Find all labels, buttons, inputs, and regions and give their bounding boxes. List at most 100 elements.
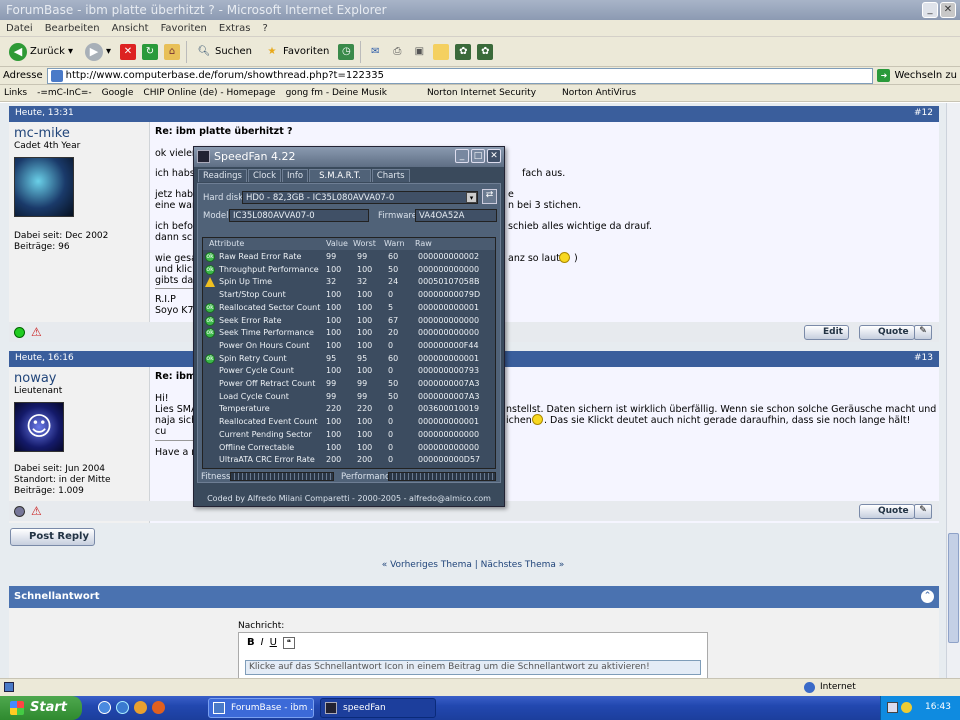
col-attribute[interactable]: Attribute bbox=[209, 239, 244, 248]
quote-button[interactable]: Quote bbox=[859, 325, 915, 340]
link-minc[interactable]: -=mC-InC=- bbox=[37, 88, 92, 98]
report-icon[interactable]: ⚠ bbox=[31, 325, 42, 339]
tab-info[interactable]: Info bbox=[282, 169, 309, 182]
go-button[interactable]: Wechseln zu bbox=[894, 70, 957, 81]
quicklaunch-desktop-icon[interactable] bbox=[98, 701, 111, 714]
address-input[interactable]: http://www.computerbase.de/forum/showthr… bbox=[46, 67, 874, 84]
smart-row[interactable]: Reallocated Event Count 100 100 0 0000000000… bbox=[203, 416, 495, 429]
discuss-icon[interactable] bbox=[433, 43, 450, 60]
smart-row[interactable]: ok Reallocated Sector Count 100 100 5 0000000… bbox=[203, 302, 495, 315]
link-chip[interactable]: CHIP Online (de) - Homepage bbox=[143, 88, 275, 98]
smart-row[interactable]: ok Throughput Performance 100 100 50 00000000… bbox=[203, 264, 495, 277]
vertical-scrollbar[interactable] bbox=[946, 103, 960, 678]
report-icon[interactable]: ⚠ bbox=[31, 504, 42, 518]
quicklaunch-firefox-icon[interactable] bbox=[152, 701, 165, 714]
ok-status-icon: ok bbox=[205, 328, 215, 339]
tray-network-icon[interactable] bbox=[887, 702, 898, 713]
message-textarea[interactable]: Klicke auf das Schnellantwort Icon in ei… bbox=[245, 660, 701, 675]
multiquote-button[interactable]: ✎ bbox=[914, 325, 932, 340]
print-icon[interactable]: ⎙ bbox=[389, 44, 405, 60]
harddisk-select[interactable]: HD0 - 82,3GB - IC35L080AVVA07-0 bbox=[242, 191, 478, 204]
col-warn[interactable]: Warn bbox=[384, 239, 405, 248]
attribute-worst: 100 bbox=[357, 442, 373, 452]
smart-row[interactable]: Current Pending Sector 100 100 0 00000000000… bbox=[203, 429, 495, 442]
col-raw[interactable]: Raw bbox=[415, 239, 432, 248]
smart-row[interactable]: Offline Correctable 100 100 0 000000000000 bbox=[203, 442, 495, 455]
smart-row[interactable]: ok Spin Retry Count 95 95 60 000000000001 bbox=[203, 353, 495, 366]
tab-clock[interactable]: Clock bbox=[247, 169, 282, 182]
forward-button[interactable]: ▶ ▾ bbox=[82, 40, 114, 64]
tab-readings[interactable]: Readings bbox=[198, 169, 247, 182]
smart-row[interactable]: Load Cycle Count 99 99 50 0000000007A3 bbox=[203, 391, 495, 404]
quicklaunch-media-icon[interactable] bbox=[134, 701, 147, 714]
edit-icon[interactable]: ▣ bbox=[411, 44, 427, 60]
edit-button[interactable]: Edit bbox=[804, 325, 849, 340]
bold-button[interactable]: B bbox=[247, 637, 255, 649]
close-button[interactable]: ✕ bbox=[940, 2, 956, 18]
smart-row[interactable]: ok Raw Read Error Rate 99 99 60 000000000002 bbox=[203, 251, 495, 264]
menu-item-datei[interactable]: Datei bbox=[6, 23, 33, 34]
minimize-button[interactable]: _ bbox=[922, 2, 938, 18]
mail-icon[interactable]: ✉ bbox=[367, 44, 383, 60]
home-icon[interactable]: ⌂ bbox=[164, 43, 180, 60]
col-worst[interactable]: Worst bbox=[353, 239, 376, 248]
stop-icon[interactable]: ✕ bbox=[120, 43, 136, 60]
smart-row[interactable]: ok Seek Time Performance 100 100 20 000000000… bbox=[203, 327, 495, 340]
search-button[interactable]: 🔍︎ Suchen bbox=[193, 40, 255, 64]
refresh-icon[interactable]: ↻ bbox=[142, 43, 158, 60]
task-speedfan[interactable]: speedFan bbox=[320, 698, 436, 718]
quote-button[interactable]: Quote bbox=[859, 504, 915, 519]
username[interactable]: noway bbox=[9, 367, 149, 386]
smart-row[interactable]: Power On Hours Count 100 100 0 000000000F44 bbox=[203, 340, 495, 353]
research-icon[interactable]: ✿ bbox=[477, 43, 494, 60]
smart-row[interactable]: Power Off Retract Count 99 99 50 0000000007A… bbox=[203, 378, 495, 391]
smart-row[interactable]: Power Cycle Count 100 100 0 000000000793 bbox=[203, 365, 495, 378]
post-reply-button[interactable]: Post Reply bbox=[10, 528, 95, 546]
link-google[interactable]: Google bbox=[102, 88, 134, 98]
back-button[interactable]: ◀ Zurück ▾ bbox=[6, 40, 76, 64]
link-norton-antivirus[interactable]: Norton AntiVirus bbox=[562, 88, 636, 98]
link-gong[interactable]: gong fm - Deine Musik bbox=[286, 88, 387, 98]
tray-norton-icon[interactable] bbox=[901, 702, 912, 713]
menu-item-favoriten[interactable]: Favoriten bbox=[161, 23, 207, 34]
menu-item-ansicht[interactable]: Ansicht bbox=[112, 23, 149, 34]
link-norton-security[interactable]: Norton Internet Security bbox=[427, 88, 536, 98]
menu-item-help[interactable]: ? bbox=[263, 23, 268, 34]
post-number[interactable]: #12 bbox=[914, 108, 933, 120]
refresh-button[interactable]: ⇄ bbox=[482, 189, 497, 204]
post-number[interactable]: #13 bbox=[914, 353, 933, 365]
menu-item-extras[interactable]: Extras bbox=[219, 23, 251, 34]
speedfan-maximize-button[interactable]: □ bbox=[471, 149, 485, 163]
start-button[interactable]: Start bbox=[0, 696, 82, 720]
messenger-icon[interactable]: ✿ bbox=[455, 43, 472, 60]
underline-button[interactable]: U bbox=[270, 637, 277, 649]
smart-row[interactable]: Spin Up Time 32 32 24 00050107058B bbox=[203, 276, 495, 289]
go-arrow-icon[interactable]: ➜ bbox=[877, 69, 891, 82]
smart-row[interactable]: Start/Stop Count 100 100 0 00000000079D bbox=[203, 289, 495, 302]
username[interactable]: mc-mike bbox=[9, 122, 149, 141]
smart-row[interactable]: Temperature 220 220 0 003600010019 bbox=[203, 403, 495, 416]
speedfan-titlebar[interactable]: SpeedFan 4.22 _ □ ✕ bbox=[194, 147, 504, 167]
next-thread-link[interactable]: Nächstes Thema bbox=[481, 560, 556, 570]
prev-thread-link[interactable]: Vorheriges Thema bbox=[390, 560, 472, 570]
speedfan-close-button[interactable]: ✕ bbox=[487, 149, 501, 163]
speedfan-minimize-button[interactable]: _ bbox=[455, 149, 469, 163]
favorites-button[interactable]: ★ Favoriten bbox=[261, 40, 332, 64]
multiquote-button[interactable]: ✎ bbox=[914, 504, 932, 519]
scrollbar-thumb[interactable] bbox=[948, 533, 959, 643]
italic-button[interactable]: I bbox=[261, 637, 264, 649]
smart-row[interactable]: UltraATA CRC Error Rate 200 200 0 000000000D… bbox=[203, 454, 495, 467]
collapse-icon[interactable]: ⌃ bbox=[921, 590, 934, 603]
task-forumbase[interactable]: ForumBase - ibm ... bbox=[208, 698, 314, 718]
post-line: jetz hab bbox=[155, 189, 194, 200]
menu-item-bearbeiten[interactable]: Bearbeiten bbox=[45, 23, 100, 34]
dropdown-arrow-icon[interactable]: ▾ bbox=[466, 192, 477, 203]
tab-smart[interactable]: S.M.A.R.T. bbox=[309, 169, 371, 182]
attribute-name: Reallocated Sector Count bbox=[219, 302, 321, 312]
tab-charts[interactable]: Charts bbox=[371, 169, 410, 182]
col-value[interactable]: Value bbox=[326, 239, 348, 248]
quote-icon[interactable]: ❝ bbox=[282, 637, 295, 649]
smart-row[interactable]: ok Seek Error Rate 100 100 67 000000000000 bbox=[203, 315, 495, 328]
history-icon[interactable]: ◷ bbox=[338, 43, 355, 60]
quicklaunch-ie-icon[interactable] bbox=[116, 701, 129, 714]
